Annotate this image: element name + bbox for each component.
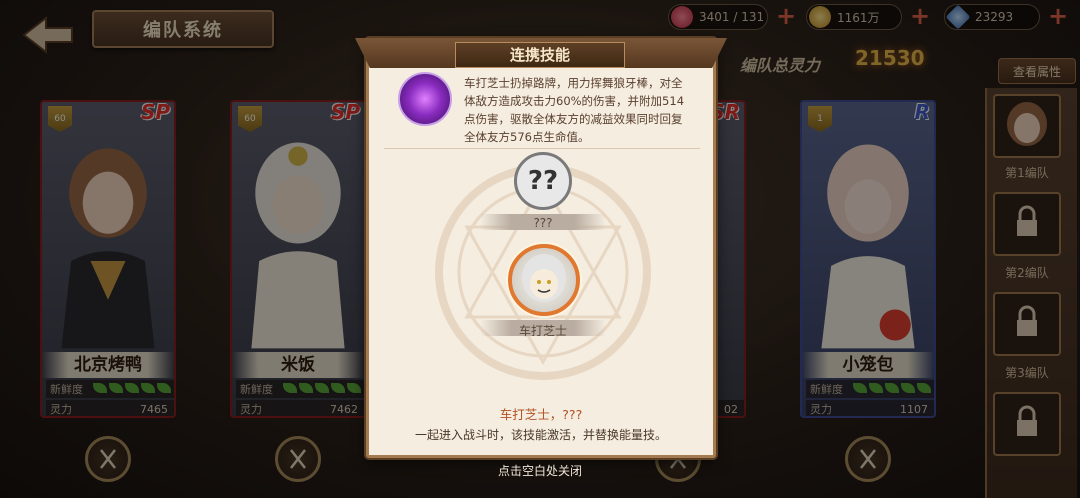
combo-members: 车打芝士，??? <box>499 407 583 422</box>
combo-description: 一起进入战斗时，该技能激活，并替换能量技。 <box>414 428 667 442</box>
avatar <box>522 254 566 302</box>
close-hint: 点击空白处关闭 <box>497 464 582 478</box>
skill-description: 车打芝士扔掉路牌，用力挥舞狼牙棒，对全体敌方造成攻击力60%的伤害，并附加514… <box>464 76 685 144</box>
character-avatar[interactable] <box>508 244 580 316</box>
known-character-name: 车打芝士 <box>518 324 567 338</box>
unknown-character-avatar[interactable]: ?? <box>514 152 572 210</box>
divider <box>384 148 700 149</box>
unknown-character-name: ??? <box>533 216 553 230</box>
dialog-title: 连携技能 <box>455 42 625 68</box>
skill-icon <box>398 72 452 126</box>
